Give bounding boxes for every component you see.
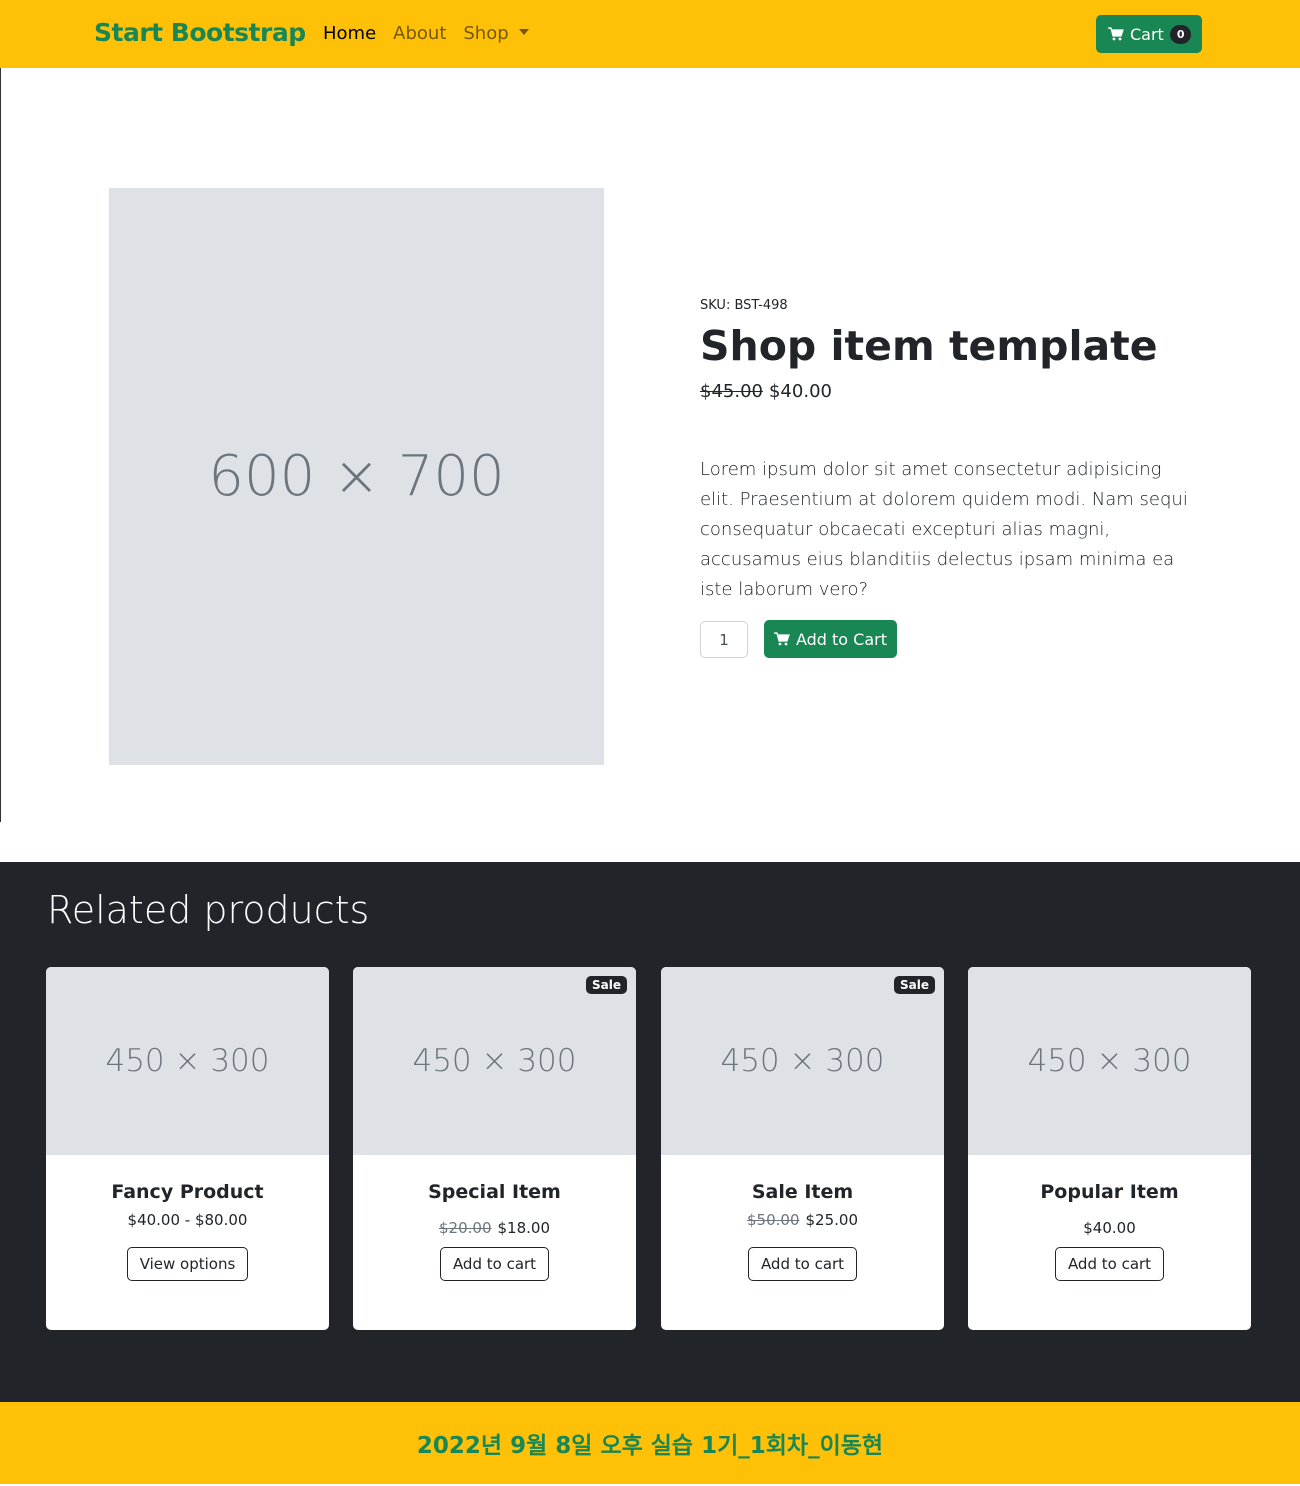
current-price: $25.00 [805, 1211, 859, 1229]
add-to-cart-button[interactable]: Add to cart [747, 1247, 858, 1281]
nav-home[interactable]: Home [323, 23, 376, 44]
card-price: $40.00 - $80.00 [127, 1211, 248, 1229]
old-price: $45.00 [700, 381, 763, 402]
card-image: 450 × 300 [661, 967, 944, 1155]
card-name: Special Item [428, 1181, 561, 1203]
card-image: 450 × 300 [968, 967, 1251, 1155]
left-border [0, 0, 1, 822]
footer: 2022년 9월 8일 오후 실습 1기_1회차_이동현 [0, 1402, 1300, 1484]
nav-about[interactable]: About [393, 23, 446, 44]
card-name: Fancy Product [111, 1181, 264, 1203]
product-card: 450 × 300 Fancy Product $40.00 - $80.00 … [46, 967, 329, 1330]
product-description: Lorem ipsum dolor sit amet consectetur a… [700, 459, 1188, 600]
cart-icon [1108, 27, 1124, 41]
product-title: Shop item template [700, 322, 1158, 370]
sale-badge: Sale [586, 976, 627, 994]
cart-button[interactable]: Cart 0 [1096, 15, 1202, 53]
card-price: $40.00 [1083, 1219, 1136, 1237]
product-card: 450 × 300 Sale Special Item $20.00 $18.00… [353, 967, 636, 1330]
brand-logo[interactable]: Start Bootstrap [94, 18, 306, 47]
product-image: 600 × 700 [109, 188, 604, 765]
current-price: $40.00 [768, 381, 832, 402]
current-price: $18.00 [497, 1219, 551, 1237]
card-price: $50.00 $25.00 [661, 1211, 944, 1245]
add-to-cart-button[interactable]: Add to cart [439, 1247, 550, 1281]
cart-count-badge: 0 [1169, 24, 1192, 44]
card-name: Sale Item [751, 1181, 854, 1203]
sale-badge: Sale [894, 976, 935, 994]
card-name: Popular Item [1040, 1181, 1179, 1203]
product-price: $45.00 $40.00 [700, 381, 832, 402]
footer-text: 2022년 9월 8일 오후 실습 1기_1회차_이동현 [416, 1433, 884, 1459]
nav-shop-label: Shop [463, 23, 509, 44]
add-to-cart-label: Add to Cart [795, 629, 888, 649]
navbar: Start Bootstrap Home About Shop Cart 0 [0, 0, 1300, 68]
caret-down-icon [518, 29, 529, 35]
card-image: 450 × 300 [353, 967, 636, 1155]
old-price: $20.00 [439, 1219, 492, 1237]
nav-shop-dropdown[interactable]: Shop [463, 23, 529, 44]
add-to-cart-button[interactable]: Add to Cart [764, 620, 897, 658]
card-price: $20.00 $18.00 [353, 1211, 636, 1245]
cart-label: Cart [1130, 24, 1164, 44]
cart-icon [773, 632, 790, 646]
card-image: 450 × 300 [46, 967, 329, 1155]
product-card: 450 × 300 Popular Item $40.00 Add to car… [968, 967, 1251, 1330]
product-sku: SKU: BST-498 [700, 298, 788, 313]
related-products-section: Related products 450 × 300 Fancy Product… [0, 862, 1300, 1402]
view-options-button[interactable]: View options [126, 1247, 249, 1281]
quantity-input[interactable] [700, 621, 748, 658]
related-heading: Related products [47, 888, 370, 932]
old-price: $50.00 [747, 1211, 800, 1229]
product-card: 450 × 300 Sale Sale Item $50.00 $25.00 Ad… [661, 967, 944, 1330]
nav-links: Home About Shop [323, 23, 529, 44]
add-to-cart-button[interactable]: Add to cart [1054, 1247, 1165, 1281]
